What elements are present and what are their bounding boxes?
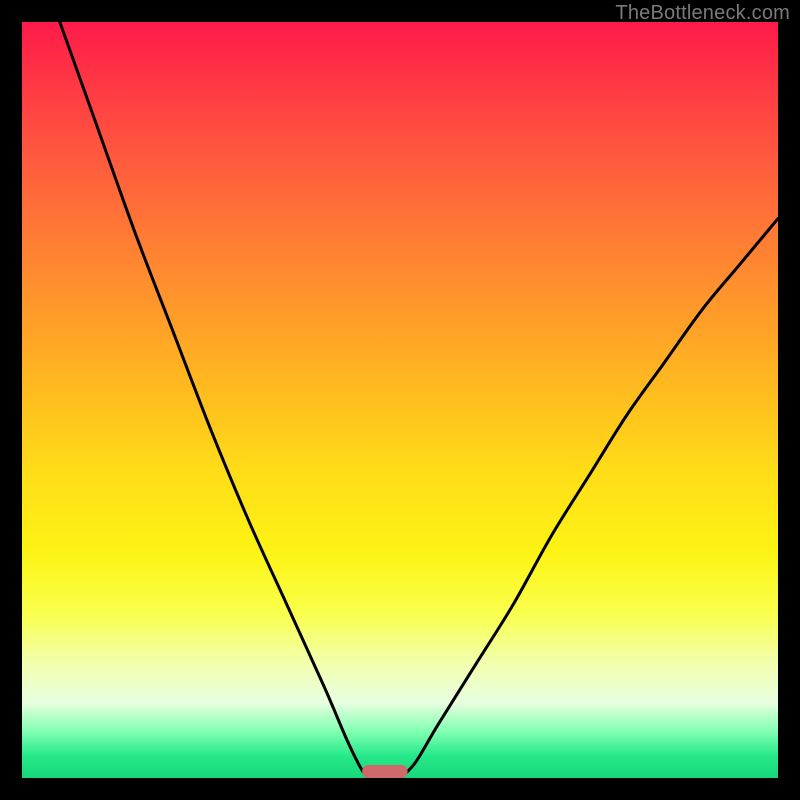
left-curve bbox=[60, 22, 370, 778]
right-curve bbox=[400, 219, 778, 778]
curve-group bbox=[60, 22, 778, 778]
chart-frame: TheBottleneck.com bbox=[0, 0, 800, 800]
chart-svg bbox=[22, 22, 778, 778]
bottleneck-marker bbox=[362, 765, 407, 778]
plot-area bbox=[22, 22, 778, 778]
watermark-text: TheBottleneck.com bbox=[615, 2, 790, 25]
